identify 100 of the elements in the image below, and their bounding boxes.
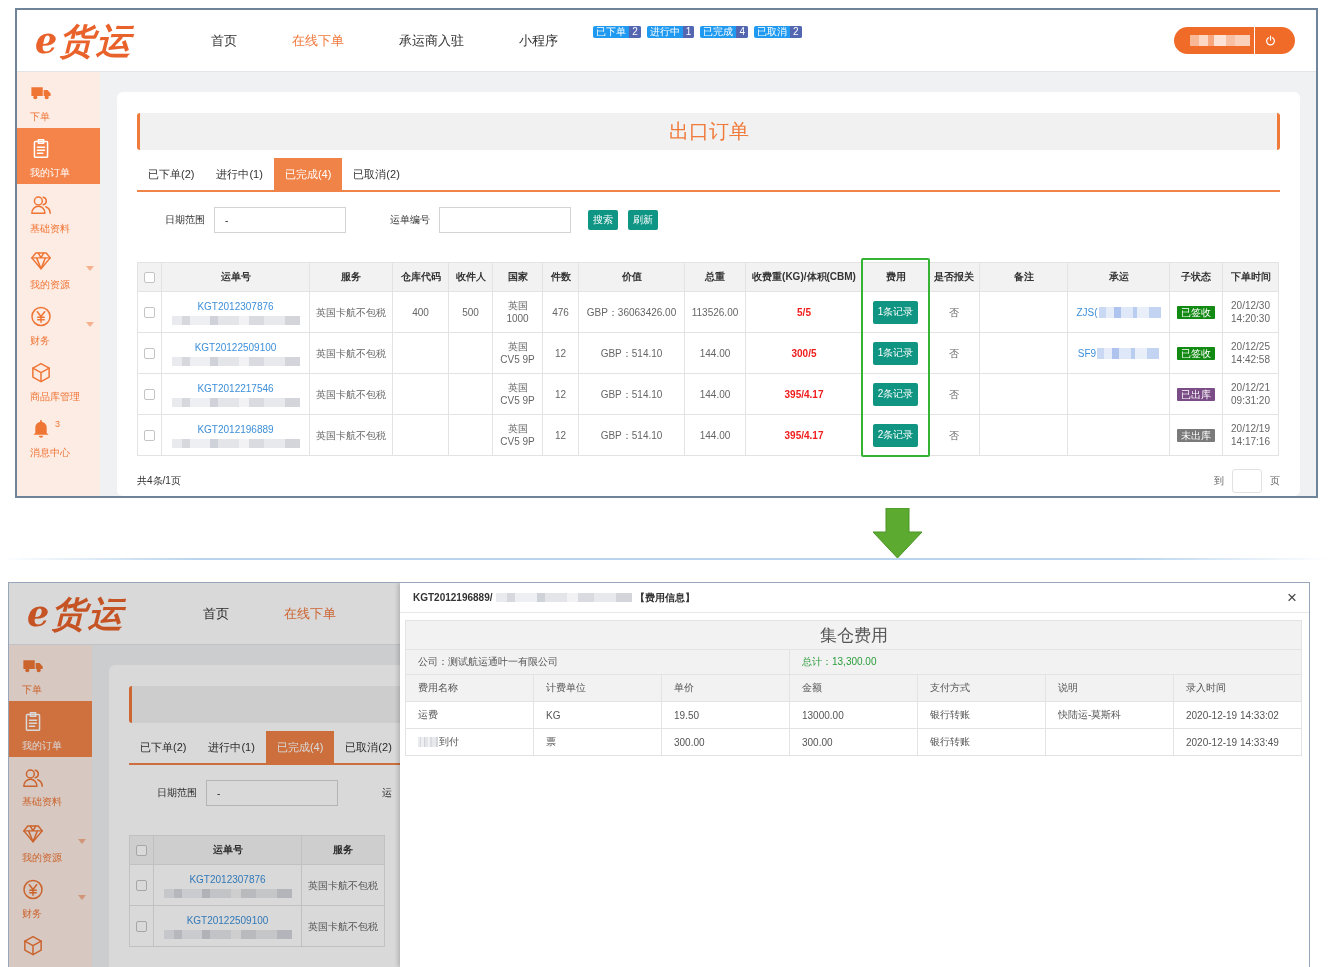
sidebar-item[interactable]: 基础资料 (17, 184, 100, 240)
tab[interactable]: 已下单(2) (129, 731, 198, 763)
fee-records-button[interactable]: 2条记录 (872, 423, 919, 447)
waybill-link[interactable]: KGT20122509100 (186, 914, 269, 926)
logo: e货运 (27, 592, 126, 635)
column-header: 计费单位 (533, 674, 662, 702)
column-header: 是否报关 (928, 262, 980, 292)
table-cell: 英国卡航不包税 (309, 414, 393, 456)
status-tag: 已出库 (1177, 387, 1215, 401)
nav-link[interactable]: 首页 (203, 604, 230, 623)
sidebar-item[interactable]: 3 消息中心 (17, 408, 100, 464)
sidebar-item[interactable]: 我的资源 (9, 813, 92, 869)
checkbox[interactable] (136, 921, 147, 933)
checkbox[interactable] (144, 271, 155, 283)
account-button[interactable] (1174, 27, 1295, 54)
input-field[interactable] (439, 207, 571, 233)
table-cell: 英国 CV5 9P (492, 332, 543, 374)
waybill-link[interactable]: KGT2012307876 (197, 300, 274, 312)
fee-records-button[interactable]: 1条记录 (872, 341, 919, 365)
down-arrow-icon (873, 508, 922, 558)
checkbox[interactable] (144, 389, 155, 401)
table-cell: 运费 (405, 701, 534, 729)
status-badge[interactable]: 进行中 1 (646, 26, 695, 38)
table-cell: 否 (928, 414, 980, 456)
nav-link[interactable]: 在线下单 (284, 604, 337, 623)
table-cell: 英国卡航不包税 (301, 864, 385, 906)
table-cell: 英国 1000 (492, 291, 543, 333)
sidebar-item[interactable]: 我的订单 (17, 128, 100, 184)
column-header: 子状态 (1169, 262, 1223, 292)
tab[interactable]: 已完成(4) (273, 158, 343, 190)
table-cell: GBP：514.10 (578, 373, 685, 415)
carrier-link[interactable]: ZJS( (1076, 305, 1098, 319)
carrier-link[interactable]: SF9 (1077, 346, 1097, 360)
search-button[interactable]: 搜索 (588, 210, 618, 230)
table-cell: 12 (542, 373, 579, 415)
checkbox[interactable] (144, 307, 155, 319)
nav-link[interactable]: 首页 (211, 31, 238, 50)
table-cell: 113526.00 (684, 291, 746, 333)
tab[interactable]: 已取消(2) (342, 158, 411, 190)
cube-icon (30, 362, 52, 383)
table-cell: 400 (392, 291, 449, 333)
nav-link[interactable]: 小程序 (519, 31, 559, 50)
sidebar-item[interactable]: 基础资料 (9, 757, 92, 813)
table-cell: 20/12/25 14:42:58 (1222, 332, 1279, 374)
status-badge[interactable]: 已取消 2 (753, 26, 802, 38)
column-header: 备注 (979, 262, 1068, 292)
fee-records-button[interactable]: 1条记录 (872, 300, 919, 324)
table-cell: KG (533, 701, 662, 729)
status-badge[interactable]: 已下单 2 (593, 26, 641, 38)
column-header: 服务 (309, 262, 393, 292)
tab[interactable]: 进行中(1) (205, 158, 274, 190)
table-cell: 英国卡航不包税 (309, 291, 393, 333)
table-cell: 144.00 (684, 332, 746, 374)
table-cell: 快陆运-莫斯科 (1045, 701, 1174, 729)
column-header: 费用名称 (405, 674, 534, 702)
table-cell: 2020-12-19 14:33:49 (1173, 728, 1302, 756)
table-cell: 英国卡航不包税 (309, 373, 393, 415)
checkbox[interactable] (136, 844, 147, 856)
logo: e货运 (35, 19, 134, 62)
count-badge: 1 (682, 26, 695, 38)
tab[interactable]: 已取消(2) (334, 731, 400, 763)
filter-label: 日期范围 (165, 213, 205, 227)
checkbox[interactable] (136, 880, 147, 892)
table-cell: 英国 CV5 9P (492, 414, 543, 456)
sidebar-item[interactable]: 财务 (17, 296, 100, 352)
waybill-link[interactable]: KGT20122509100 (194, 341, 277, 353)
table-cell: GBP：514.10 (578, 332, 685, 374)
power-icon (1265, 35, 1276, 46)
sidebar-item[interactable]: 财务 (9, 869, 92, 925)
dialog-title: KGT2012196889/ (413, 592, 493, 603)
checkbox[interactable] (144, 348, 155, 360)
tab[interactable]: 进行中(1) (197, 731, 266, 763)
input-field[interactable]: - (214, 207, 346, 233)
checkbox[interactable] (144, 430, 155, 442)
page-number-field[interactable] (1232, 469, 1262, 493)
yen-icon (30, 306, 52, 327)
close-button[interactable]: × (1287, 589, 1297, 606)
sidebar-item[interactable]: 下单 (9, 645, 92, 701)
filter-label: 运 (382, 786, 392, 800)
sidebar-item[interactable]: 商品库管理 (17, 352, 100, 408)
refresh-button[interactable]: 刷新 (628, 210, 658, 230)
filter-label: 日期范围 (157, 786, 197, 800)
sidebar-item[interactable]: 下单 (17, 72, 100, 128)
input-field[interactable]: - (206, 780, 338, 806)
waybill-link[interactable]: KGT2012196889 (197, 423, 274, 435)
sidebar-item[interactable]: 我的资源 (17, 240, 100, 296)
column-header: 支付方式 (917, 674, 1046, 702)
waybill-link[interactable]: KGT2012307876 (189, 873, 266, 885)
sidebar-item[interactable]: 我的订单 (9, 701, 92, 757)
nav-link[interactable]: 在线下单 (292, 31, 345, 50)
count-badge: 2 (629, 26, 641, 38)
tab[interactable]: 已完成(4) (265, 731, 335, 763)
waybill-link[interactable]: KGT2012217546 (197, 382, 274, 394)
column-header: 价值 (578, 262, 685, 292)
table-cell: 票 (533, 728, 662, 756)
status-badge[interactable]: 已完成 4 (700, 26, 748, 38)
tab[interactable]: 已下单(2) (137, 158, 206, 190)
fee-records-button[interactable]: 2条记录 (872, 382, 919, 406)
table-cell: GBP：36063426.00 (578, 291, 685, 333)
nav-link[interactable]: 承运商入驻 (399, 31, 465, 50)
